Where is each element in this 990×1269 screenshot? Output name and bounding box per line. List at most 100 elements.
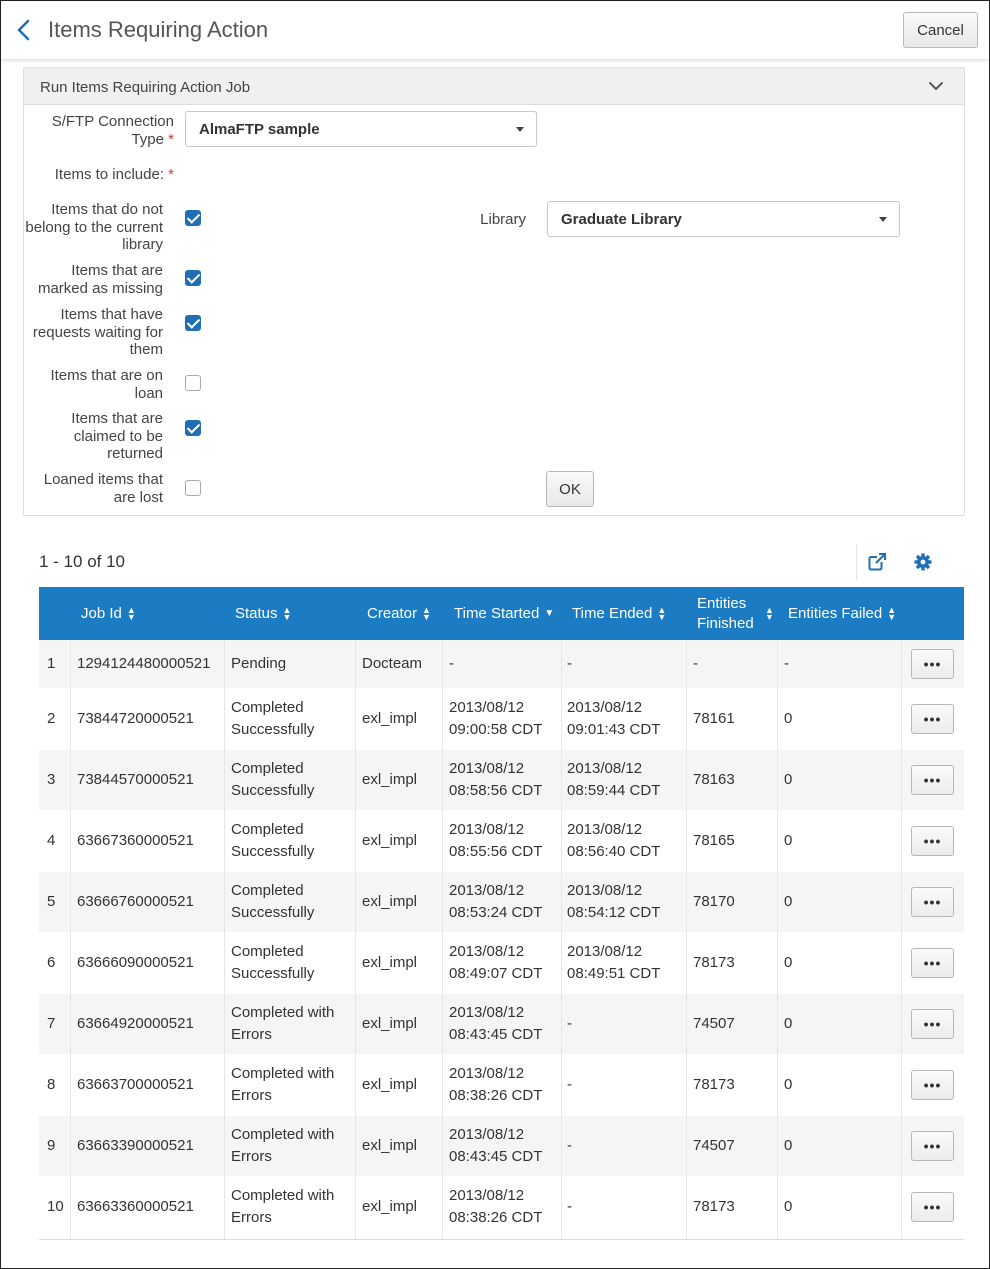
table-row: 1 1294124480000521 Pending Docteam - - - - ••• xyxy=(39,640,964,689)
chevron-left-icon[interactable] xyxy=(15,19,33,41)
cell-time-started: 2013/08/12 08:58:56 CDT xyxy=(449,760,543,799)
cell-row-number: 7 xyxy=(47,1015,56,1032)
row-actions-button[interactable]: ••• xyxy=(911,948,954,978)
row-actions-button[interactable]: ••• xyxy=(911,765,954,795)
cell-entities-finished: 78173 xyxy=(693,1198,735,1215)
row-actions-button[interactable]: ••• xyxy=(911,826,954,856)
cell-time-ended: - xyxy=(567,1076,572,1093)
cell-job-id: 63666760000521 xyxy=(77,893,194,910)
column-header-entities-finished[interactable]: Entities Finished ▲ ▼ xyxy=(697,587,774,640)
cell-entities-finished: 78165 xyxy=(693,832,735,849)
cell-creator: Docteam xyxy=(362,655,423,672)
chevron-down-icon[interactable] xyxy=(928,80,944,92)
cell-entities-failed: 0 xyxy=(784,710,793,727)
cell-row-number: 6 xyxy=(47,954,56,971)
column-header-label: Status xyxy=(235,604,278,622)
column-header-creator[interactable]: Creator ▲ ▼ xyxy=(367,587,431,640)
connection-type-text: S/FTP Connection Type xyxy=(51,113,174,148)
checkbox-not-belong[interactable] xyxy=(185,210,201,226)
column-header-label: Time Ended xyxy=(572,604,653,622)
cell-job-id: 63666090000521 xyxy=(77,954,194,971)
checkbox-missing[interactable] xyxy=(185,270,201,286)
results-count: 1 - 10 of 10 xyxy=(39,552,126,571)
column-divider xyxy=(686,640,687,1240)
table-row: 2 73844720000521 Completed Successfully exl… xyxy=(39,689,964,750)
cell-entities-finished: 78170 xyxy=(693,893,735,910)
cell-time-ended: - xyxy=(567,655,572,672)
cell-creator: exl_impl xyxy=(362,771,418,788)
cell-job-id: 63664920000521 xyxy=(77,1015,194,1032)
row-actions-button[interactable]: ••• xyxy=(911,887,954,917)
dropdown-caret-icon xyxy=(516,127,524,132)
column-header-label: Job Id xyxy=(81,604,122,622)
sort-icon: ▲ ▼ xyxy=(657,604,667,622)
column-header-time-ended[interactable]: Time Ended ▲ ▼ xyxy=(572,587,667,640)
column-header-label: Time Started xyxy=(454,604,540,622)
checkbox-requests[interactable] xyxy=(185,315,201,331)
cell-entities-failed: 0 xyxy=(784,893,793,910)
row-actions-button[interactable]: ••• xyxy=(911,704,954,734)
panel-header[interactable]: Run Items Requiring Action Job xyxy=(24,68,964,105)
ok-button[interactable]: OK xyxy=(546,471,594,507)
option-label-requests: Items that have requests waiting for the… xyxy=(32,306,163,358)
cell-job-id: 1294124480000521 xyxy=(77,655,211,672)
cell-time-started: 2013/08/12 08:38:26 CDT xyxy=(449,1065,543,1104)
cell-entities-finished: 74507 xyxy=(693,1015,735,1032)
cell-row-number: 2 xyxy=(47,710,56,727)
export-icon[interactable] xyxy=(868,553,886,571)
cell-entities-finished: 78163 xyxy=(693,771,735,788)
cell-time-started: 2013/08/12 08:43:45 CDT xyxy=(449,1004,543,1043)
sort-icon: ▲ ▼ xyxy=(282,604,292,622)
items-include-label: Items to include: * xyxy=(24,166,174,184)
page-header: Items Requiring Action Cancel xyxy=(1,1,989,59)
cell-creator: exl_impl xyxy=(362,1015,418,1032)
checkbox-on-loan[interactable] xyxy=(185,375,201,391)
table-row: 3 73844570000521 Completed Successfully exl… xyxy=(39,750,964,811)
row-actions-button[interactable]: ••• xyxy=(911,1009,954,1039)
required-mark: * xyxy=(168,130,174,148)
connection-type-value: AlmaFTP sample xyxy=(199,120,320,138)
column-header-job-id[interactable]: Job Id ▲ ▼ xyxy=(81,587,136,640)
cell-row-number: 9 xyxy=(47,1137,56,1154)
cell-time-ended: 2013/08/12 08:59:44 CDT xyxy=(567,760,661,799)
library-value: Graduate Library xyxy=(561,210,682,228)
cell-job-id: 63663700000521 xyxy=(77,1076,194,1093)
sort-icon: ▲ ▼ xyxy=(422,604,431,622)
sort-icon: ▲ ▼ xyxy=(126,604,136,622)
column-header-label: Entities Finished xyxy=(697,594,754,632)
column-divider xyxy=(70,640,71,1240)
cell-row-number: 5 xyxy=(47,893,56,910)
row-actions-button[interactable]: ••• xyxy=(911,1070,954,1100)
library-select[interactable]: Graduate Library xyxy=(547,201,900,237)
table-bottom-border xyxy=(39,1239,964,1240)
cell-entities-failed: 0 xyxy=(784,1076,793,1093)
column-header-status[interactable]: Status ▲ ▼ xyxy=(235,587,291,640)
cell-time-started: - xyxy=(449,655,454,672)
cell-time-started: 2013/08/12 08:53:24 CDT xyxy=(449,882,543,921)
cell-row-number: 1 xyxy=(47,655,56,672)
column-header-time-started[interactable]: Time Started ▼ xyxy=(454,587,554,640)
cancel-button[interactable]: Cancel xyxy=(903,12,978,48)
cell-creator: exl_impl xyxy=(362,1198,418,1215)
dropdown-caret-icon xyxy=(879,217,887,222)
table-row: 9 63663390000521 Completed with Errors exl_… xyxy=(39,1116,964,1177)
cell-creator: exl_impl xyxy=(362,1137,418,1154)
row-actions-button[interactable]: ••• xyxy=(911,1192,954,1222)
checkbox-lost[interactable] xyxy=(185,480,201,496)
cell-status: Completed Successfully xyxy=(231,882,315,921)
gear-icon[interactable] xyxy=(914,553,932,571)
connection-type-select[interactable]: AlmaFTP sample xyxy=(185,111,537,147)
cell-creator: exl_impl xyxy=(362,893,418,910)
option-label-not-belong: Items that do not belong to the current … xyxy=(25,201,163,253)
cell-entities-finished: 78173 xyxy=(693,954,735,971)
row-actions-button[interactable]: ••• xyxy=(911,1131,954,1161)
option-label-on-loan: Items that are on loan xyxy=(50,367,163,402)
required-mark: * xyxy=(168,166,174,183)
cell-time-started: 2013/08/12 08:49:07 CDT xyxy=(449,943,543,982)
checkbox-claimed-returned[interactable] xyxy=(185,420,201,436)
cell-time-started: 2013/08/12 08:55:56 CDT xyxy=(449,821,543,860)
row-actions-button[interactable]: ••• xyxy=(911,649,954,679)
column-header-entities-failed[interactable]: Entities Failed ▲ ▼ xyxy=(788,587,896,640)
cell-row-number: 3 xyxy=(47,771,56,788)
cell-entities-failed: 0 xyxy=(784,1198,793,1215)
